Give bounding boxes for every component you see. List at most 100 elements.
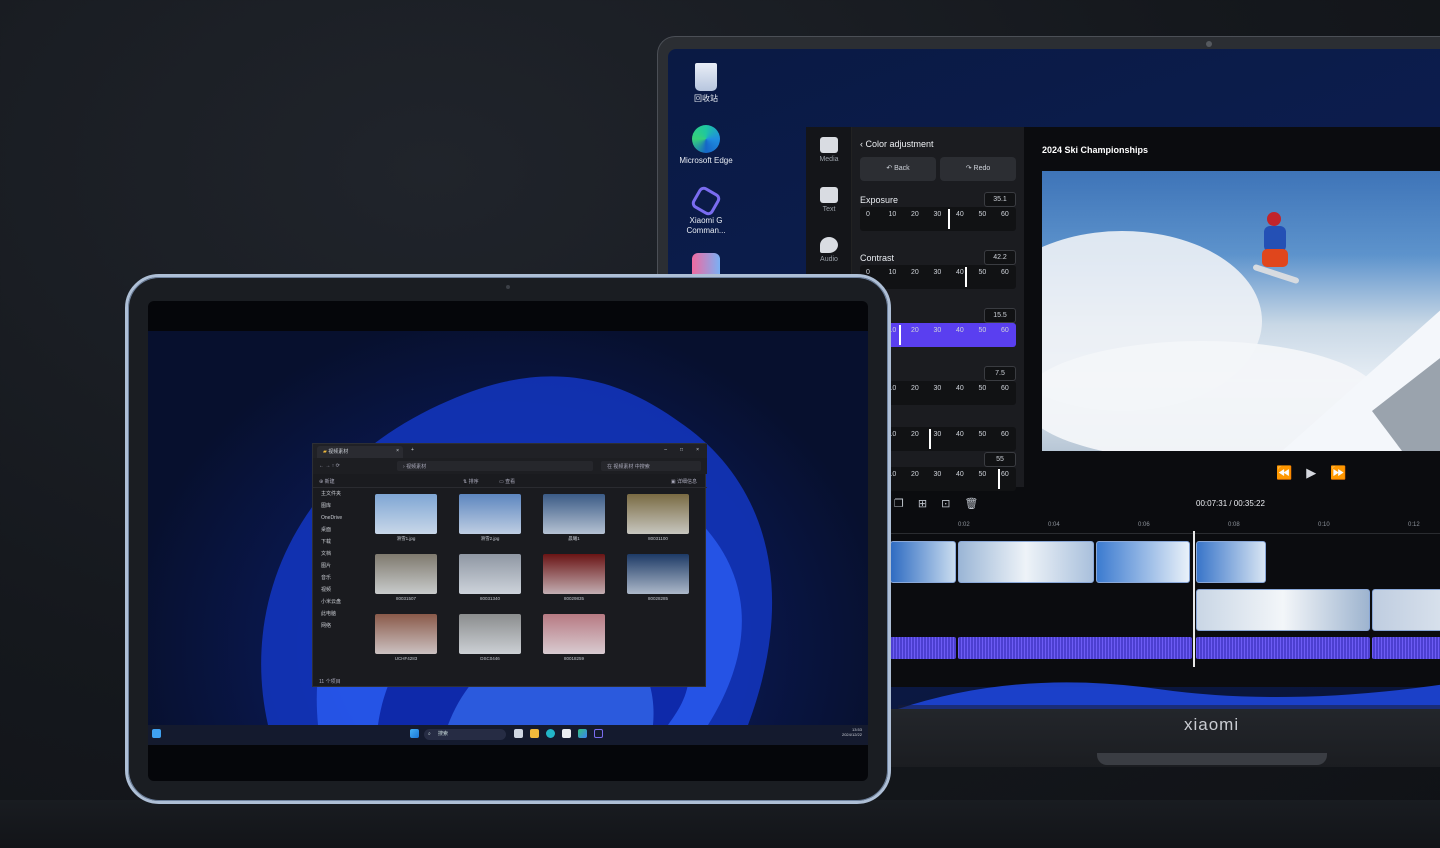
sidebar-item[interactable]: 图库 xyxy=(313,500,365,512)
adjustment-value-input[interactable]: 42.2 xyxy=(984,250,1016,265)
desktop-icon-label: 回收站 xyxy=(694,94,718,103)
slider-marker[interactable] xyxy=(947,209,950,229)
minimize-icon[interactable]: – xyxy=(664,447,667,453)
xiaomi-g-command-icon[interactable] xyxy=(594,729,603,738)
file-thumbnail[interactable]: 80031100 xyxy=(627,494,689,542)
file-thumbnail[interactable]: 滑雪2.jpg xyxy=(459,494,521,542)
start-icon[interactable] xyxy=(410,729,419,738)
clock[interactable]: 13:53 2024/12/22 xyxy=(842,727,862,737)
file-explorer-icon[interactable] xyxy=(530,729,539,738)
slider-marker[interactable] xyxy=(998,469,1000,489)
widgets-icon[interactable] xyxy=(152,729,161,738)
video-clip[interactable] xyxy=(1372,589,1440,631)
close-icon[interactable]: × xyxy=(696,447,699,453)
forward-button[interactable]: ⏩ xyxy=(1330,465,1360,480)
taskbar-search[interactable]: ⌕ 搜索 xyxy=(424,729,506,740)
slider-tick-label: 20 xyxy=(911,269,919,276)
thumbnail-image xyxy=(375,614,437,654)
sidebar-item[interactable]: OneDrive xyxy=(313,512,365,524)
sidebar-item[interactable]: 主文件夹 xyxy=(313,488,365,500)
copy-icon[interactable]: ❐ xyxy=(894,498,918,510)
explorer-tab[interactable]: ▰ 视频素材 × xyxy=(317,446,403,458)
file-thumbnail[interactable]: UCHF4283 xyxy=(375,614,437,662)
rewind-button[interactable]: ⏪ xyxy=(1276,465,1306,480)
desktop-icon-edge[interactable]: Microsoft Edge xyxy=(676,125,736,166)
video-clip[interactable] xyxy=(1196,589,1370,631)
sidebar-item[interactable]: 文档 xyxy=(313,548,365,560)
video-clip[interactable] xyxy=(1096,541,1190,583)
audio-waveform[interactable] xyxy=(1372,637,1440,659)
video-clip[interactable] xyxy=(890,541,956,583)
trash-icon[interactable]: 🗑 xyxy=(964,498,992,510)
video-preview[interactable] xyxy=(1042,171,1440,451)
timeline-label: 0:06 xyxy=(1138,522,1150,528)
slider-tick-label: 10 xyxy=(888,211,897,218)
play-button[interactable]: ▶ xyxy=(1306,465,1330,480)
rail-item-media[interactable]: Media xyxy=(806,137,852,163)
file-thumbnail[interactable]: 80028285 xyxy=(627,554,689,602)
preview-title: 2024 Ski Championships xyxy=(1042,145,1149,155)
file-name: DSC0446 xyxy=(480,656,500,661)
store-icon[interactable] xyxy=(562,729,571,738)
file-thumbnail[interactable]: 滑雪1.jpg xyxy=(375,494,437,542)
sidebar-item[interactable]: 此电脑 xyxy=(313,608,365,620)
slider-tick-label: 30 xyxy=(933,211,942,218)
tablet-taskbar: ⌕ 搜索 13:53 2024/12/22 xyxy=(148,725,868,745)
back-button[interactable]: ↶ Back xyxy=(860,157,936,181)
task-view-icon[interactable] xyxy=(514,729,523,738)
nav-arrows-icon[interactable]: ← → ↑ ⟳ xyxy=(319,463,340,469)
slider-marker[interactable] xyxy=(899,325,901,345)
file-name: 80031340 xyxy=(479,596,501,601)
adjustment-value-input[interactable]: 55 xyxy=(984,452,1016,467)
file-thumbnail[interactable]: 80031507 xyxy=(375,554,437,602)
sidebar-item[interactable]: 视频 xyxy=(313,584,365,596)
playhead[interactable] xyxy=(1193,531,1195,667)
file-thumbnail[interactable]: 80029835 xyxy=(543,554,605,602)
video-clip[interactable] xyxy=(958,541,1094,583)
add-icon[interactable]: ⊞ xyxy=(918,498,941,510)
file-thumbnail[interactable]: 80031340 xyxy=(459,554,521,602)
address-field[interactable]: › 视频素材 xyxy=(397,461,593,471)
adjustment-value-input[interactable]: 35.1 xyxy=(984,192,1016,207)
audio-waveform[interactable] xyxy=(1196,637,1370,659)
desktop-icon-xiaomi-g-command[interactable]: Xiaomi G Comman... xyxy=(676,184,736,236)
audio-waveform[interactable] xyxy=(958,637,1192,659)
maximize-icon[interactable]: □ xyxy=(680,447,683,453)
xiaomi-g-command-icon xyxy=(689,184,723,218)
redo-button[interactable]: ↷ Redo xyxy=(940,157,1016,181)
laptop-camera xyxy=(1206,41,1212,47)
details-button[interactable]: ▣ 详细信息 xyxy=(671,478,697,485)
new-button[interactable]: ⊕ 新建 xyxy=(319,478,335,485)
sidebar-item[interactable]: 图片 xyxy=(313,560,365,572)
explorer-search[interactable]: 在 视频素材 中搜索 xyxy=(601,461,701,471)
sidebar-item[interactable]: 下载 xyxy=(313,536,365,548)
file-thumbnail[interactable]: 晨曦1 xyxy=(543,494,605,542)
slider-marker[interactable] xyxy=(965,267,967,287)
sidebar-item[interactable]: 音乐 xyxy=(313,572,365,584)
rail-item-text[interactable]: Text xyxy=(806,187,852,213)
video-clip[interactable] xyxy=(1196,541,1266,583)
file-thumbnail[interactable]: DSC0446 xyxy=(459,614,521,662)
sort-button[interactable]: ⇅ 排序 xyxy=(463,478,479,485)
slider-marker[interactable] xyxy=(929,429,931,449)
view-button[interactable]: ▭ 查看 xyxy=(499,478,515,485)
adjustment-value-input[interactable]: 15.5 xyxy=(984,308,1016,323)
timeline-ruler[interactable]: 0:02 0:04 0:06 0:08 0:10 0:12 xyxy=(890,520,1440,534)
panel-title[interactable]: ‹ Color adjustment xyxy=(860,139,934,149)
adjustment-value-input[interactable]: 7.5 xyxy=(984,366,1016,381)
adjustment-slider[interactable]: 0102030405060 xyxy=(860,207,1016,231)
sidebar-item[interactable]: 桌面 xyxy=(313,524,365,536)
edge-icon[interactable] xyxy=(546,729,555,738)
thumbnail-image xyxy=(375,554,437,594)
file-thumbnail[interactable]: 80018259 xyxy=(543,614,605,662)
insert-icon[interactable]: ⊡ xyxy=(941,498,964,510)
rail-item-audio[interactable]: Audio xyxy=(806,237,852,263)
sidebar-item[interactable]: 小米云盘 xyxy=(313,596,365,608)
desktop-icon-recycle-bin[interactable]: 回收站 xyxy=(676,63,736,104)
new-tab-icon[interactable]: + xyxy=(411,447,414,453)
sidebar-item[interactable]: 网络 xyxy=(313,620,365,632)
app-icon[interactable] xyxy=(578,729,587,738)
audio-waveform[interactable] xyxy=(890,637,956,659)
close-tab-icon[interactable]: × xyxy=(396,448,399,454)
adjustment-slider[interactable]: 0102030405060 xyxy=(860,265,1016,289)
